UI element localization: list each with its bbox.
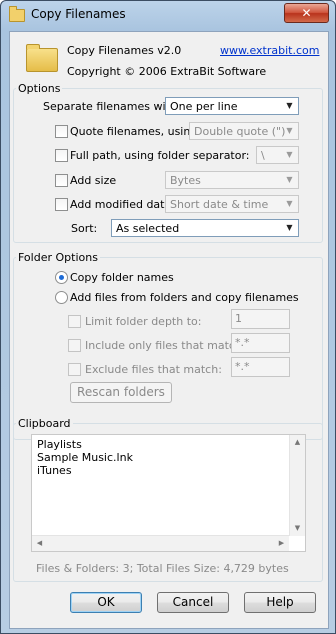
close-icon: ✕ [301,6,312,20]
separator-select[interactable]: One per line ▼ [165,97,299,115]
date-format-value: Short date & time [170,198,269,211]
help-button[interactable]: Help [244,592,316,613]
addsize-label: Add size [70,174,117,187]
moddate-label: Add modified date [70,198,172,211]
chevron-down-icon: ▼ [286,101,293,110]
folder-separator-value: \ [261,149,265,162]
quote-label: Quote filenames, using: [70,125,202,138]
exclude-checkbox[interactable] [68,363,81,376]
include-label: Include only files that match: [85,339,246,352]
chevron-down-icon: ▼ [286,199,293,208]
size-unit-select[interactable]: Bytes ▼ [165,171,299,189]
quote-checkbox[interactable] [55,125,68,138]
addsize-checkbox[interactable] [55,174,68,187]
clipboard-legend: Clipboard [18,417,71,430]
horizontal-scrollbar[interactable]: ◀ ▶ [32,535,289,551]
scroll-right-icon[interactable]: ▶ [274,536,289,551]
sort-select[interactable]: As selected ▼ [111,219,299,237]
options-legend: Options [18,82,61,95]
folder-options-legend: Folder Options [18,251,98,264]
moddate-checkbox[interactable] [55,198,68,211]
copy-folder-names-label: Copy folder names [70,271,174,284]
copyright-text: Copyright © 2006 ExtraBit Software [67,65,267,78]
quote-value: Double quote (") [194,125,286,138]
depth-label: Limit folder depth to: [85,315,202,328]
chevron-down-icon: ▼ [286,150,293,159]
list-item: Playlists [37,438,82,451]
sort-label: Sort: [71,222,98,235]
vertical-scrollbar[interactable]: ▲ ▼ [289,435,305,536]
date-format-select[interactable]: Short date & time ▼ [165,195,299,213]
scroll-left-icon[interactable]: ◀ [32,536,47,551]
add-files-radio[interactable] [55,291,68,304]
fullpath-label: Full path, using folder separator: [70,149,250,162]
window-title: Copy Filenames [31,7,126,21]
copy-folder-names-radio[interactable] [55,271,68,284]
clipboard-list[interactable]: Playlists Sample Music.lnk iTunes ▲ ▼ ◀ … [31,434,306,552]
exclude-input[interactable]: *.* [231,357,290,377]
exclude-label: Exclude files that match: [85,363,222,376]
title-bar[interactable]: Copy Filenames ✕ [1,1,335,31]
scroll-down-icon[interactable]: ▼ [290,521,305,536]
rescan-folders-button[interactable]: Rescan folders [70,382,172,403]
separate-label: Separate filenames with: [43,100,181,113]
clipboard-status: Files & Folders: 3; Total Files Size: 4,… [36,562,289,575]
quote-select[interactable]: Double quote (") ▼ [189,122,299,140]
app-name: Copy Filenames v2.0 [67,44,182,57]
app-folder-icon [26,44,58,72]
chevron-down-icon: ▼ [286,126,293,135]
list-item: iTunes [37,464,72,477]
folder-icon [9,6,25,22]
chevron-down-icon: ▼ [286,175,293,184]
folder-separator-select[interactable]: \ ▼ [256,146,299,164]
ok-button[interactable]: OK [70,592,142,613]
website-link[interactable]: www.extrabit.com [220,44,319,57]
dialog-client: Copy Filenames v2.0 www.extrabit.com Cop… [9,31,329,629]
size-unit-value: Bytes [170,174,201,187]
app-window: Copy Filenames ✕ Copy Filenames v2.0 www… [0,0,336,634]
include-checkbox[interactable] [68,339,81,352]
depth-input[interactable]: 1 [231,309,290,329]
sort-value: As selected [116,222,180,235]
fullpath-checkbox[interactable] [55,149,68,162]
list-item: Sample Music.lnk [37,451,133,464]
add-files-label: Add files from folders and copy filename… [70,291,299,304]
chevron-down-icon: ▼ [286,223,293,232]
scroll-up-icon[interactable]: ▲ [290,435,305,450]
depth-checkbox[interactable] [68,315,81,328]
include-input[interactable]: *.* [231,333,290,353]
cancel-button[interactable]: Cancel [157,592,229,613]
separator-value: One per line [170,100,238,113]
close-button[interactable]: ✕ [284,3,329,23]
